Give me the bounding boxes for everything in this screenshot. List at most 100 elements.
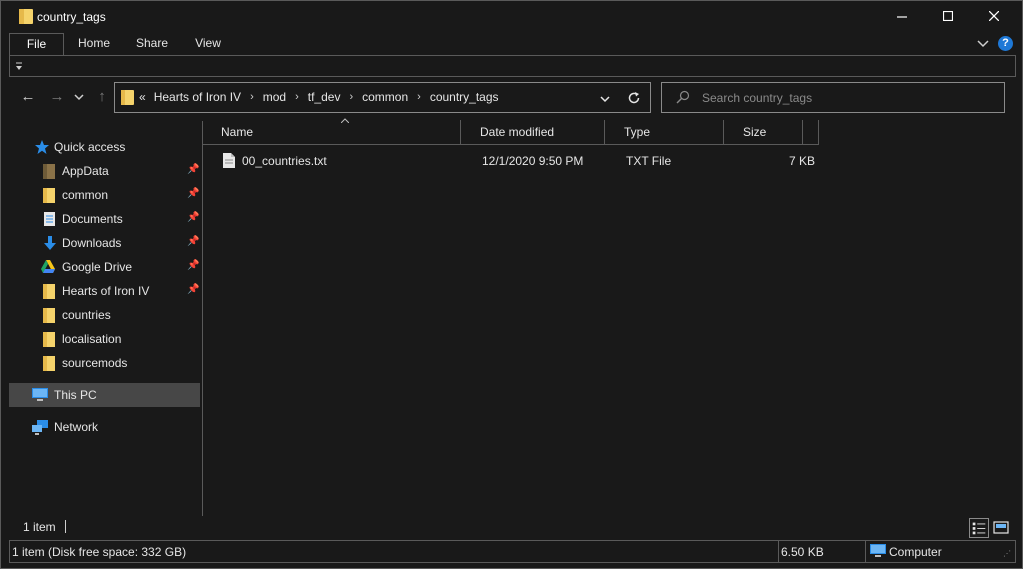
breadcrumb-overflow[interactable]: « <box>139 90 146 104</box>
sidebar-item-label: Downloads <box>62 236 122 250</box>
folder-icon <box>43 308 55 323</box>
folder-icon <box>43 284 55 299</box>
sidebar-item-appdata[interactable]: AppData 📌 <box>9 159 200 183</box>
sidebar-item-this-pc[interactable]: This PC <box>9 383 200 407</box>
breadcrumb-item[interactable]: mod <box>263 90 286 104</box>
sidebar-item-documents[interactable]: Documents 📌 <box>9 207 200 231</box>
large-icons-view-icon[interactable] <box>991 518 1011 538</box>
column-header-name[interactable]: Name <box>203 120 461 144</box>
chevron-right-icon[interactable]: › <box>349 91 353 103</box>
computer-icon <box>32 388 48 401</box>
google-drive-icon <box>41 260 55 273</box>
chevron-right-icon[interactable]: › <box>417 91 421 103</box>
pin-icon[interactable]: 📌 <box>187 164 199 175</box>
sidebar-item-hearts-of-iron-iv[interactable]: Hearts of Iron IV 📌 <box>9 279 200 303</box>
column-header-date[interactable]: Date modified <box>462 120 605 144</box>
sidebar-item-label: countries <box>62 308 111 322</box>
pin-icon[interactable]: 📌 <box>187 260 199 271</box>
chevron-right-icon[interactable]: › <box>250 91 254 103</box>
minimize-button[interactable] <box>879 1 925 31</box>
status-divider <box>865 541 866 562</box>
title-bar: country_tags <box>1 1 1022 31</box>
download-icon <box>44 236 56 250</box>
search-icon <box>676 90 690 104</box>
close-icon <box>989 11 999 21</box>
status-separator <box>65 520 66 533</box>
breadcrumb-item[interactable]: tf_dev <box>308 90 341 104</box>
explorer-window: country_tags File Home Share View ? ← → … <box>0 0 1023 569</box>
sidebar-item-downloads[interactable]: Downloads 📌 <box>9 231 200 255</box>
pin-icon[interactable]: 📌 <box>187 188 199 199</box>
quick-access-toolbar <box>9 56 1016 77</box>
item-count: 1 item <box>23 520 56 534</box>
search-box[interactable] <box>661 82 1005 113</box>
address-dropdown-icon[interactable] <box>599 93 611 105</box>
tab-home[interactable]: Home <box>71 33 117 55</box>
up-button[interactable]: ↑ <box>92 87 112 107</box>
sidebar-item-label: sourcemods <box>62 356 128 370</box>
column-header-type[interactable]: Type <box>606 120 724 144</box>
text-file-icon <box>223 153 235 168</box>
sidebar-item-label: Documents <box>62 212 123 226</box>
column-header-extra[interactable] <box>804 120 819 144</box>
breadcrumb-item[interactable]: Hearts of Iron IV <box>154 90 241 104</box>
sidebar-item-label: Hearts of Iron IV <box>62 284 150 298</box>
breadcrumb-item[interactable]: country_tags <box>430 90 499 104</box>
sidebar-item-label: AppData <box>62 164 109 178</box>
file-type: TXT File <box>626 154 672 168</box>
sidebar-item-countries[interactable]: countries <box>9 303 200 327</box>
chevron-down-icon[interactable] <box>977 38 989 50</box>
chevron-right-icon[interactable]: › <box>295 91 299 103</box>
refresh-icon[interactable] <box>627 91 641 105</box>
sidebar-item-localisation[interactable]: localisation <box>9 327 200 351</box>
folder-icon <box>121 90 134 105</box>
disk-info: 1 item (Disk free space: 332 GB) <box>12 545 187 559</box>
folder-icon <box>43 332 55 347</box>
header-divider <box>203 144 819 145</box>
folder-icon <box>43 356 55 371</box>
sidebar-item-google-drive[interactable]: Google Drive 📌 <box>9 255 200 279</box>
window-title: country_tags <box>37 10 106 24</box>
breadcrumb-item[interactable]: common <box>362 90 408 104</box>
pane-divider[interactable] <box>202 121 203 516</box>
documents-icon <box>44 212 55 226</box>
location: Computer <box>889 545 942 559</box>
recent-locations-icon[interactable] <box>73 91 85 103</box>
help-icon[interactable]: ? <box>998 36 1013 51</box>
sidebar-item-common[interactable]: common 📌 <box>9 183 200 207</box>
maximize-icon <box>943 11 953 21</box>
selection-size: 6.50 KB <box>781 545 824 559</box>
resize-grip-icon[interactable]: ⋰ <box>1003 549 1011 558</box>
column-header-size[interactable]: Size <box>725 120 803 144</box>
status-divider <box>778 541 779 562</box>
folder-icon <box>19 9 33 24</box>
file-row[interactable]: 00_countries.txt 12/1/2020 9:50 PM TXT F… <box>203 149 819 173</box>
sidebar-item-network[interactable]: Network <box>9 415 200 439</box>
network-icon <box>32 420 48 435</box>
tab-share[interactable]: Share <box>129 33 175 55</box>
customize-toolbar-icon[interactable] <box>12 58 26 74</box>
sort-ascending-icon <box>341 118 349 123</box>
pin-icon[interactable]: 📌 <box>187 212 199 223</box>
sidebar-item-label: Quick access <box>54 140 126 154</box>
folder-icon <box>43 164 55 179</box>
address-bar[interactable]: « Hearts of Iron IV › mod › tf_dev › com… <box>114 82 651 113</box>
status-bar: 1 item (Disk free space: 332 GB) 6.50 KB… <box>9 540 1016 563</box>
tab-file[interactable]: File <box>9 33 64 55</box>
file-name: 00_countries.txt <box>242 154 327 168</box>
close-button[interactable] <box>971 1 1017 31</box>
sidebar-item-sourcemods[interactable]: sourcemods <box>9 351 200 375</box>
tab-view[interactable]: View <box>185 33 231 55</box>
pin-icon[interactable]: 📌 <box>187 236 199 247</box>
pin-icon[interactable]: 📌 <box>187 284 199 295</box>
sidebar-item-quick-access[interactable]: Quick access <box>9 135 200 159</box>
search-input[interactable] <box>702 89 992 107</box>
sidebar-item-label: Google Drive <box>62 260 133 274</box>
forward-button[interactable]: → <box>47 87 67 107</box>
sidebar-item-label: Network <box>54 420 99 434</box>
back-button[interactable]: ← <box>18 87 38 107</box>
details-view-icon[interactable] <box>969 518 989 538</box>
star-icon <box>35 140 49 154</box>
maximize-button[interactable] <box>925 1 971 31</box>
computer-icon <box>870 544 886 557</box>
